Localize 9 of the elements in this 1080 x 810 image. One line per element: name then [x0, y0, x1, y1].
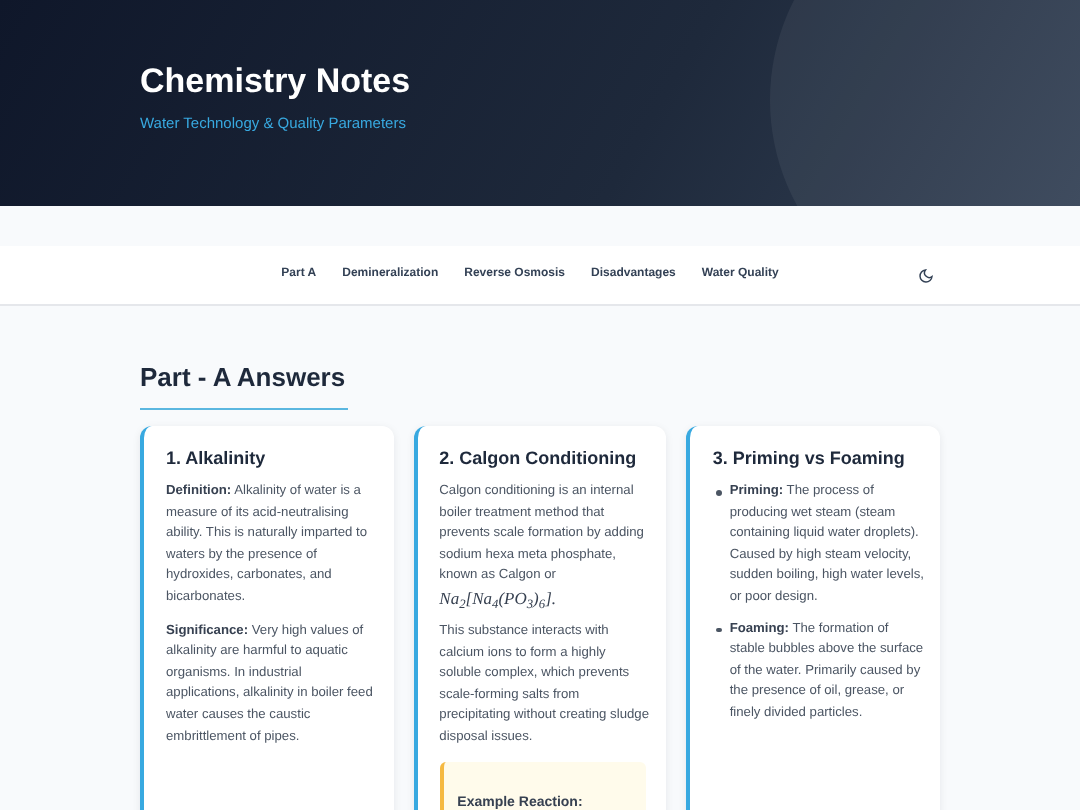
- card-title: 3. Priming vs Foaming: [712, 445, 905, 472]
- formula: Na$_{2}$[Na$_{4}$(PO$_{3}$)$_{6}$].: [439, 587, 557, 610]
- bullet-icon: [716, 490, 722, 495]
- card-title: 2. Calgon Conditioning: [439, 445, 637, 472]
- moon-icon[interactable]: [918, 268, 934, 284]
- card-title: 1. Alkalinity: [166, 445, 266, 472]
- page-title: Chemistry Notes: [140, 60, 411, 104]
- section-heading: Part - A Answers: [140, 358, 348, 409]
- bullet-icon: [716, 627, 722, 633]
